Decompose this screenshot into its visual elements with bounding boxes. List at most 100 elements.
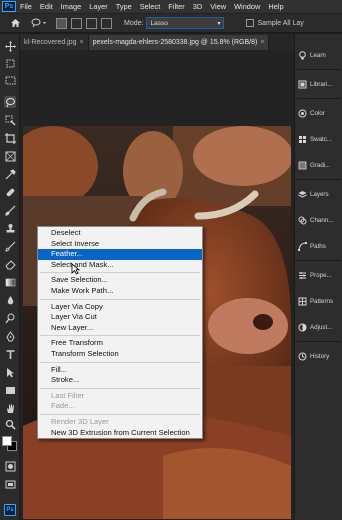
type-tool-icon[interactable] (4, 348, 16, 360)
photoshop-logo: Ps (2, 1, 16, 12)
hand-tool-icon[interactable] (4, 402, 16, 414)
pen-tool-icon[interactable] (4, 330, 16, 342)
menu-item-layer-via-cut[interactable]: Layer Via Cut (38, 312, 202, 323)
options-bar: Mode: Lasso ▾ Sample All Lay (0, 13, 342, 33)
menu-item-transform-selection[interactable]: Transform Selection (38, 349, 202, 360)
menu-item-save-selection[interactable]: Save Selection... (38, 275, 202, 286)
eraser-tool-icon[interactable] (4, 258, 16, 270)
menu-view[interactable]: View (206, 2, 230, 11)
panel-layers[interactable]: Layers (297, 183, 341, 205)
channels-icon (297, 215, 307, 225)
paths-icon (297, 241, 307, 251)
panel-libraries[interactable]: Librari... (297, 73, 341, 95)
quick-mask-icon[interactable] (4, 460, 16, 472)
panel-paths[interactable]: Paths (297, 235, 341, 257)
panel-adjustments[interactable]: Adjust... (297, 316, 341, 338)
panel-channels[interactable]: Chann... (297, 209, 341, 231)
panel-gradients[interactable]: Gradi... (297, 154, 341, 176)
tab-pexels-photo[interactable]: pexels-magda-ehlers-2580338.jpg @ 15.8% … (88, 35, 270, 50)
menu-item-feather[interactable]: Feather... (38, 249, 202, 260)
zoom-tool-icon[interactable] (4, 418, 16, 430)
chevron-down-icon: ▾ (217, 20, 221, 27)
bulb-icon (297, 50, 307, 60)
panel-label: Gradi... (310, 161, 331, 169)
panel-patterns[interactable]: Patterns (297, 290, 341, 312)
menu-item-free-transform[interactable]: Free Transform (38, 338, 202, 349)
panel-label: Color (310, 109, 325, 117)
menu-help[interactable]: Help (264, 2, 287, 11)
menu-filter[interactable]: Filter (164, 2, 188, 11)
menu-item-deselect[interactable]: Deselect (38, 228, 202, 239)
taskbar-photoshop-button[interactable]: Ps (4, 504, 16, 516)
subtract-selection-button[interactable] (86, 17, 97, 29)
clone-stamp-tool-icon[interactable] (4, 222, 16, 234)
tab-recovered[interactable]: kl-Recovered.jpg × (20, 35, 89, 50)
panel-label: Librari... (310, 80, 333, 88)
menu-item-new-layer[interactable]: New Layer... (38, 323, 202, 334)
sample-all-layers-checkbox[interactable] (246, 19, 255, 27)
panel-color[interactable]: Color (297, 102, 341, 124)
menu-edit[interactable]: Edit (36, 2, 57, 11)
panel-divider (297, 98, 341, 99)
intersect-selection-button[interactable] (101, 17, 112, 29)
panel-label: Prope... (310, 271, 332, 279)
panel-properties[interactable]: Prope... (297, 264, 341, 286)
panel-label: Adjust... (310, 323, 333, 331)
tab-label: kl-Recovered.jpg (24, 39, 77, 46)
menu-item-make-work-path[interactable]: Make Work Path... (38, 286, 202, 297)
menu-item-layer-via-copy[interactable]: Layer Via Copy (38, 302, 202, 313)
mode-label: Mode: (124, 19, 144, 27)
frame-tool-icon[interactable] (4, 150, 16, 162)
close-icon[interactable]: × (80, 39, 84, 46)
home-button[interactable] (6, 15, 24, 31)
menu-item-fill[interactable]: Fill... (38, 365, 202, 376)
panel-learn[interactable]: Learn (297, 44, 341, 66)
brush-tool-icon[interactable] (4, 204, 16, 216)
menu-item-select-inverse[interactable]: Select Inverse (38, 239, 202, 250)
menu-image[interactable]: Image (57, 2, 86, 11)
menu-item-stroke[interactable]: Stroke... (38, 375, 202, 386)
path-selection-tool-icon[interactable] (4, 366, 16, 378)
menu-file[interactable]: File (16, 2, 36, 11)
menu-item-new-3d-extrusion[interactable]: New 3D Extrusion from Current Selection (38, 428, 202, 439)
sample-all-layers-label: Sample All Lay (257, 19, 304, 27)
menu-window[interactable]: Window (230, 2, 264, 11)
menu-separator (40, 413, 200, 415)
menu-type[interactable]: Type (112, 2, 136, 11)
screen-mode-icon[interactable] (4, 478, 16, 490)
history-brush-tool-icon[interactable] (4, 240, 16, 252)
blur-tool-icon[interactable] (4, 294, 16, 306)
eyedropper-tool-icon[interactable] (4, 168, 16, 180)
gradient-tool-icon[interactable] (4, 276, 16, 288)
panel-label: Swatc... (310, 135, 333, 143)
close-icon[interactable]: × (260, 39, 264, 46)
crop-tool-icon[interactable] (4, 132, 16, 144)
mode-select[interactable]: Lasso ▾ (146, 17, 225, 29)
foreground-color-swatch[interactable] (2, 436, 12, 446)
tool-preset-picker[interactable] (28, 15, 52, 31)
menu-item-select-and-mask[interactable]: Select and Mask... (38, 260, 202, 271)
taskbar: Ps (0, 500, 20, 520)
dodge-tool-icon[interactable] (4, 312, 16, 324)
panel-label: Layers (310, 190, 329, 198)
menu-select[interactable]: Select (136, 2, 165, 11)
menu-layer[interactable]: Layer (85, 2, 112, 11)
new-selection-button[interactable] (56, 17, 67, 29)
panel-history[interactable]: History (297, 345, 341, 367)
menu-separator (40, 335, 200, 337)
lasso-tool-icon[interactable] (4, 96, 16, 108)
marquee-tool-icon[interactable] (4, 74, 16, 86)
healing-brush-tool-icon[interactable] (4, 186, 16, 198)
mouse-cursor-icon (71, 263, 80, 275)
adjustments-icon (297, 322, 307, 332)
home-icon (10, 19, 20, 27)
rectangle-tool-icon[interactable] (4, 384, 16, 396)
artboard-tool-icon[interactable] (4, 57, 16, 69)
object-selection-tool-icon[interactable] (4, 114, 16, 126)
move-tool-icon[interactable] (4, 40, 16, 52)
panel-swatches[interactable]: Swatc... (297, 128, 341, 150)
layers-icon (297, 189, 307, 199)
panel-label: Patterns (310, 297, 334, 305)
menu-3d[interactable]: 3D (189, 2, 206, 11)
add-selection-button[interactable] (71, 17, 82, 29)
